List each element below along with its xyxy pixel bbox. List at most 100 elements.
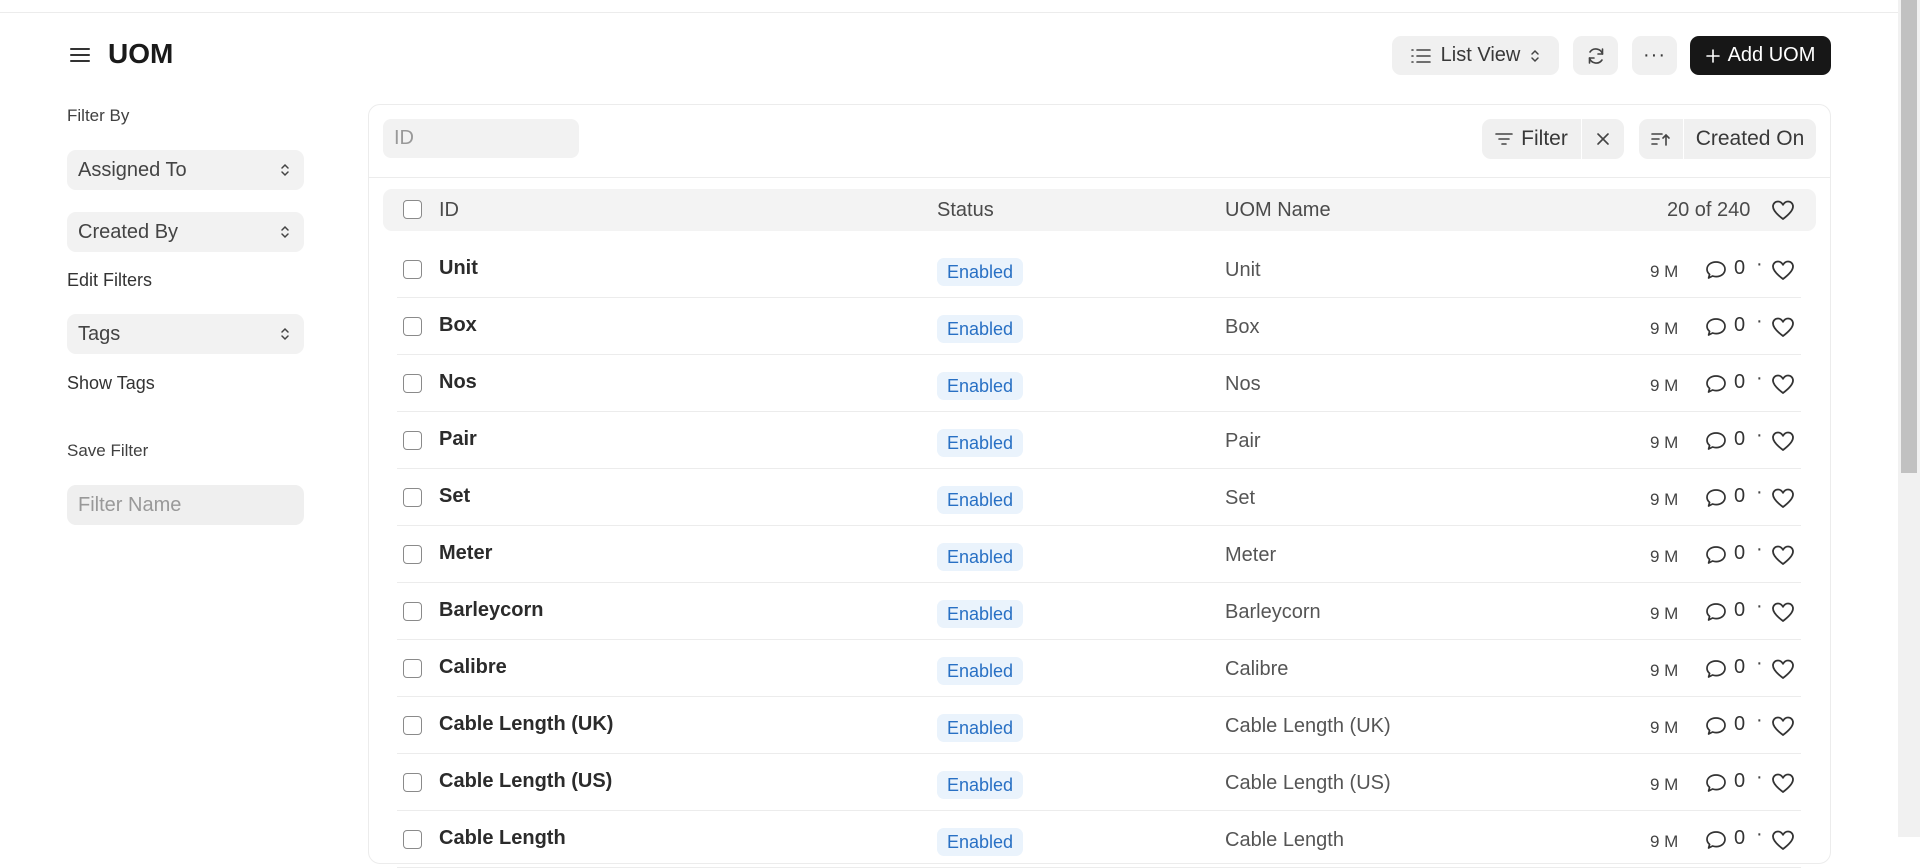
filter-button[interactable]: Filter <box>1482 119 1582 159</box>
more-options-button[interactable]: ··· <box>1632 36 1677 75</box>
row-id-link[interactable]: Cable Length (US) <box>439 770 612 793</box>
tags-select[interactable]: Tags <box>67 314 304 354</box>
heart-icon[interactable] <box>1771 373 1795 395</box>
edit-filters-link[interactable]: Edit Filters <box>67 270 152 291</box>
row-checkbox[interactable] <box>403 374 422 393</box>
row-checkbox[interactable] <box>403 716 422 735</box>
separator-dot: · <box>1756 595 1763 617</box>
row-checkbox[interactable] <box>403 773 422 792</box>
row-checkbox[interactable] <box>403 317 422 336</box>
separator-dot: · <box>1756 481 1763 503</box>
table-row[interactable]: Calibre Enabled Calibre 9 M 0 · <box>397 640 1801 697</box>
comment-count: 0 <box>1734 485 1746 507</box>
filter-by-label: Filter By <box>67 106 130 125</box>
comment-icon <box>1706 603 1726 621</box>
comment-icon <box>1706 831 1726 849</box>
hamburger-icon[interactable] <box>70 45 92 65</box>
plus-icon <box>1705 48 1720 63</box>
table-row[interactable]: Barleycorn Enabled Barleycorn 9 M 0 · <box>397 583 1801 640</box>
row-checkbox[interactable] <box>403 545 422 564</box>
separator-dot: · <box>1756 766 1763 788</box>
sort-field-button[interactable]: Created On <box>1684 119 1816 159</box>
row-id-link[interactable]: Meter <box>439 542 492 565</box>
add-uom-button[interactable]: Add UOM <box>1690 36 1831 75</box>
row-id-link[interactable]: Calibre <box>439 656 507 679</box>
uom-name-cell: Nos <box>1225 373 1261 395</box>
row-id-link[interactable]: Cable Length <box>439 827 566 850</box>
table-row[interactable]: Meter Enabled Meter 9 M 0 · <box>397 526 1801 583</box>
heart-icon[interactable] <box>1771 658 1795 680</box>
row-checkbox[interactable] <box>403 830 422 849</box>
row-id-link[interactable]: Pair <box>439 428 477 451</box>
modified-time: 9 M <box>1650 376 1679 395</box>
heart-icon[interactable] <box>1771 430 1795 452</box>
row-id-link[interactable]: Unit <box>439 257 478 280</box>
show-tags-link[interactable]: Show Tags <box>67 373 155 394</box>
comment-count: 0 <box>1734 599 1746 621</box>
table-row[interactable]: Cable Length (UK) Enabled Cable Length (UK… <box>397 697 1801 754</box>
row-id-link[interactable]: Set <box>439 485 470 508</box>
assigned-to-select[interactable]: Assigned To <box>67 150 304 190</box>
comment-count: 0 <box>1734 428 1746 450</box>
sort-ascending-icon <box>1651 133 1670 146</box>
modified-time: 9 M <box>1650 319 1679 338</box>
table-row[interactable]: Set Enabled Set 9 M 0 · <box>397 469 1801 526</box>
table-row[interactable]: Cable Length (US) Enabled Cable Length (US… <box>397 754 1801 811</box>
modified-time: 9 M <box>1650 604 1679 623</box>
row-checkbox[interactable] <box>403 659 422 678</box>
heart-icon[interactable] <box>1771 772 1795 794</box>
modified-time: 9 M <box>1650 775 1679 794</box>
modified-time: 9 M <box>1650 718 1679 737</box>
refresh-button[interactable] <box>1573 36 1618 75</box>
list-view-button[interactable]: List View <box>1392 36 1559 75</box>
comment-count: 0 <box>1734 713 1746 735</box>
heart-icon[interactable] <box>1771 487 1795 509</box>
heart-icon[interactable] <box>1771 316 1795 338</box>
row-checkbox[interactable] <box>403 431 422 450</box>
id-search-input[interactable] <box>383 119 579 158</box>
sort-direction-button[interactable] <box>1639 119 1684 159</box>
comment-count: 0 <box>1734 314 1746 336</box>
heart-icon[interactable] <box>1771 715 1795 737</box>
list-view-label: List View <box>1440 44 1521 66</box>
table-row[interactable]: Unit Enabled Unit 9 M 0 · <box>397 241 1801 298</box>
comment-icon <box>1706 318 1726 336</box>
row-id-link[interactable]: Barleycorn <box>439 599 544 622</box>
comment-icon <box>1706 261 1726 279</box>
row-id-link[interactable]: Nos <box>439 371 477 394</box>
created-by-label: Created By <box>78 220 179 243</box>
table-row[interactable]: Box Enabled Box 9 M 0 · <box>397 298 1801 355</box>
heart-icon[interactable] <box>1771 259 1795 281</box>
list-header-row: ID Status UOM Name 20 of 240 <box>383 189 1816 231</box>
row-checkbox[interactable] <box>403 260 422 279</box>
table-row[interactable]: Cable Length Enabled Cable Length 9 M 0 · <box>397 811 1801 868</box>
clear-filter-button[interactable] <box>1582 119 1624 159</box>
comment-icon <box>1706 717 1726 735</box>
row-id-link[interactable]: Cable Length (UK) <box>439 713 613 736</box>
select-all-checkbox[interactable] <box>403 200 422 219</box>
heart-icon[interactable] <box>1771 199 1795 221</box>
refresh-icon <box>1588 47 1603 64</box>
chevron-updown-icon <box>281 327 289 341</box>
filter-name-input[interactable] <box>67 485 304 525</box>
comment-count: 0 <box>1734 542 1746 564</box>
created-by-select[interactable]: Created By <box>67 212 304 252</box>
separator-dot: · <box>1756 310 1763 332</box>
uom-name-cell: Meter <box>1225 544 1277 566</box>
comment-count: 0 <box>1734 827 1746 849</box>
row-checkbox[interactable] <box>403 488 422 507</box>
table-row[interactable]: Nos Enabled Nos 9 M 0 · <box>397 355 1801 412</box>
page-scrollbar[interactable] <box>1898 0 1920 837</box>
row-checkbox[interactable] <box>403 602 422 621</box>
table-row[interactable]: Pair Enabled Pair 9 M 0 · <box>397 412 1801 469</box>
heart-icon[interactable] <box>1771 601 1795 623</box>
tags-label: Tags <box>78 322 121 345</box>
heart-icon[interactable] <box>1771 829 1795 851</box>
comment-icon <box>1706 489 1726 507</box>
status-badge: Enabled <box>937 828 1024 856</box>
row-id-link[interactable]: Box <box>439 314 477 337</box>
heart-icon[interactable] <box>1771 544 1795 566</box>
scrollbar-thumb[interactable] <box>1901 0 1917 473</box>
uom-name-cell: Barleycorn <box>1225 601 1321 623</box>
separator-dot: · <box>1756 367 1763 389</box>
